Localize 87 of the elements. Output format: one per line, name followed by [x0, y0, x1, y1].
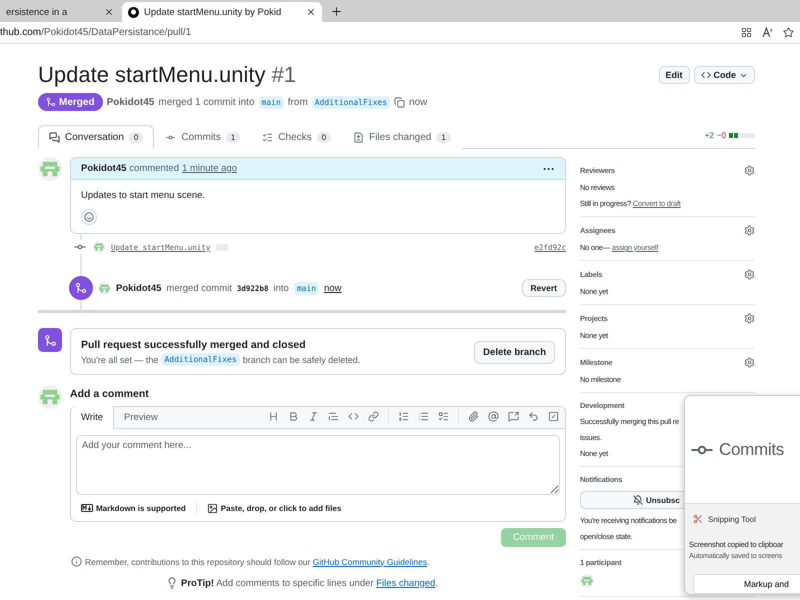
pull-request-title: Update startMenu.unity #1	[38, 62, 296, 88]
copy-icon[interactable]	[394, 96, 406, 108]
quote-icon[interactable]	[328, 410, 339, 422]
mention-icon[interactable]	[488, 410, 499, 422]
new-tab-icon[interactable]	[330, 5, 343, 18]
task-list-icon[interactable]	[438, 410, 449, 422]
deletions-count: −0	[716, 131, 726, 140]
comment-time-link[interactable]: 1 minute ago	[182, 163, 237, 174]
guidelines-link[interactable]: GitHub Community Guidelines	[312, 556, 428, 566]
browser-tab[interactable]: Update startMenu.unity by Pokid	[122, 2, 322, 22]
files-changed-link[interactable]: Files changed	[376, 578, 436, 588]
merge-action: merged commit	[166, 282, 232, 294]
preview-heading: Commits	[719, 440, 784, 460]
bold-icon[interactable]	[288, 410, 299, 422]
close-icon[interactable]	[104, 7, 114, 17]
timestamp: now	[409, 96, 428, 108]
comment-action: commented	[129, 163, 180, 174]
settings-icon[interactable]	[744, 165, 755, 176]
toast-app-name: Snipping Tool	[708, 514, 756, 524]
heading-icon[interactable]	[268, 410, 279, 422]
slash-command-icon[interactable]	[548, 410, 559, 422]
lightbulb-icon	[166, 577, 178, 589]
address-bar[interactable]: thub.com/Pokidot45/DataPersistance/pull/1	[0, 27, 741, 38]
avatar-icon	[580, 574, 594, 588]
code-button[interactable]: Code	[694, 66, 755, 84]
settings-icon[interactable]	[744, 225, 755, 236]
guidelines-note: Remember, contributions to this repository should follow our GitHub Community Guidelines.	[85, 556, 430, 566]
avatar-icon	[38, 385, 62, 409]
browser-tab[interactable]: ersistence in a	[0, 2, 120, 22]
merge-status-text: branch can be safely deleted.	[242, 354, 360, 364]
merge-summary: merged 1 commit into	[158, 96, 255, 108]
checklist-icon	[262, 132, 274, 142]
favorite-icon[interactable]	[783, 27, 794, 38]
avatar-icon	[98, 282, 111, 294]
bell-off-icon	[633, 495, 643, 505]
settings-icon[interactable]	[744, 313, 755, 324]
comment-text: Updates to start menu scene.	[80, 189, 206, 203]
avatar-icon	[93, 241, 105, 253]
avatar-icon	[38, 157, 62, 181]
author-name[interactable]: Pokidot45	[116, 282, 162, 294]
merge-icon	[46, 97, 56, 107]
reaction-button[interactable]	[81, 209, 97, 225]
comment-menu-button[interactable]: ···	[543, 162, 555, 176]
reply-icon[interactable]	[528, 410, 539, 422]
event-time-link[interactable]: now	[324, 282, 342, 294]
italic-icon[interactable]	[308, 410, 319, 422]
merge-icon	[69, 276, 93, 300]
branch-label[interactable]: main	[294, 282, 320, 294]
merge-status-title: Pull request successfully merged and closed	[81, 339, 307, 351]
read-aloud-icon[interactable]	[762, 27, 773, 38]
snipping-tool-icon	[693, 514, 703, 524]
reference-icon[interactable]	[508, 410, 519, 422]
settings-icon[interactable]	[744, 269, 755, 280]
github-icon	[128, 6, 139, 18]
settings-icon[interactable]	[744, 357, 755, 368]
conversation-icon	[49, 132, 60, 142]
code-icon[interactable]	[348, 410, 359, 422]
branch-label[interactable]: AdditionalFixes	[312, 96, 390, 108]
from-text: from	[288, 96, 308, 108]
code-icon	[700, 70, 710, 80]
markdown-icon	[81, 504, 93, 512]
markup-button[interactable]: Markup and	[693, 574, 800, 594]
author-name[interactable]: Pokidot45	[106, 96, 154, 108]
branch-label[interactable]: main	[258, 96, 284, 108]
author-name[interactable]: Pokidot45	[81, 163, 126, 174]
revert-button[interactable]: Revert	[522, 279, 566, 297]
file-diff-icon	[353, 132, 364, 142]
merged-status-badge: Merged	[38, 93, 103, 111]
additions-count: +2	[704, 131, 714, 140]
into-text: into	[273, 282, 289, 294]
protip-text: ProTip! Add comments to specific lines under Files changed.	[181, 578, 438, 588]
merge-icon	[38, 328, 62, 352]
numbered-list-icon[interactable]	[398, 410, 409, 422]
pull-request-tab[interactable]: Conversation 0	[38, 125, 154, 149]
branch-label[interactable]: AdditionalFixes	[161, 353, 240, 366]
add-comment-heading: Add a comment	[70, 388, 150, 400]
diffstat-bar-icon	[729, 133, 755, 138]
image-icon	[206, 502, 218, 514]
info-icon	[71, 556, 82, 567]
merge-status-text: You're all set — the	[81, 354, 158, 364]
link-icon[interactable]	[368, 410, 379, 422]
paperclip-icon[interactable]	[468, 410, 479, 422]
apps-icon[interactable]	[741, 27, 752, 38]
edit-button[interactable]: Edit	[658, 66, 690, 84]
close-icon[interactable]	[306, 7, 316, 17]
delete-branch-button[interactable]: Delete branch	[474, 341, 555, 364]
smiley-icon	[84, 212, 94, 222]
